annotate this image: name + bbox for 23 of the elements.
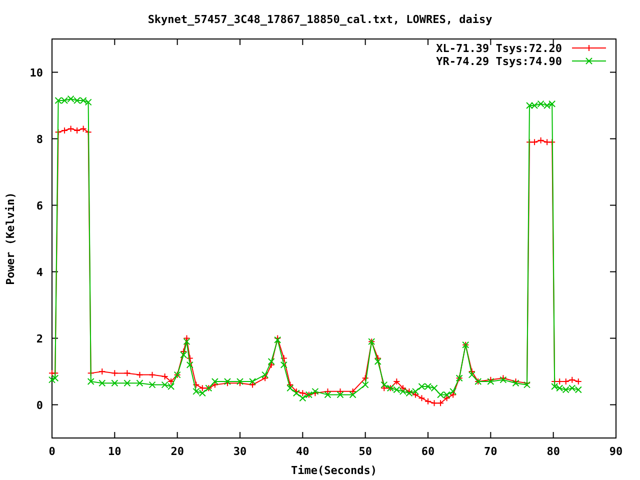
legend-sample-icon: [572, 44, 606, 52]
y-tick-label: 2: [36, 332, 43, 346]
x-tick-label: 80: [546, 445, 560, 458]
y-tick-label: 10: [30, 66, 43, 80]
y-tick-label: 0: [36, 398, 43, 412]
legend-label: YR-74.29 Tsys:74.90: [436, 55, 562, 68]
x-axis-title: Time(Seconds): [290, 464, 378, 477]
x-tick-label: 40: [296, 445, 310, 458]
x-tick-label: 90: [609, 445, 623, 458]
y-tick-label: 8: [36, 132, 43, 146]
y-tick-label: 6: [36, 199, 43, 212]
x-tick-label: 50: [358, 445, 372, 458]
y-axis-title: Power (Kelvin): [4, 192, 17, 285]
x-tick-label: 20: [170, 445, 184, 458]
x-tick-label: 60: [421, 445, 435, 458]
y-tick-label: 4: [36, 266, 43, 279]
legend-sample-icon: [572, 58, 606, 64]
x-tick-label: 0: [48, 445, 56, 458]
legend-label: XL-71.39 Tsys:72.20: [436, 42, 562, 55]
x-tick-label: 10: [108, 445, 122, 458]
x-tick-label: 70: [484, 445, 498, 458]
chart-title: Skynet_57457_3C48_17867_18850_cal.txt, LOWRES, daisy: [148, 13, 492, 26]
x-tick-label: 30: [233, 445, 247, 458]
